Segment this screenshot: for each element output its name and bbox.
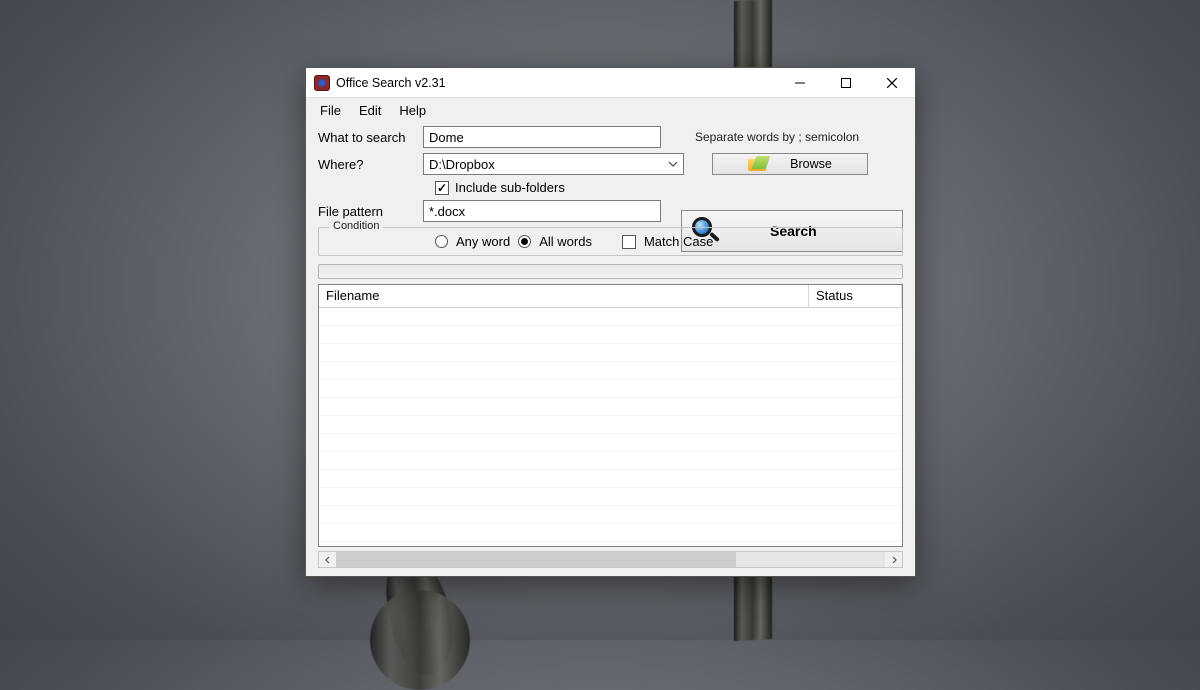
app-icon <box>314 75 330 91</box>
match-case-checkbox[interactable] <box>622 235 636 249</box>
condition-group: Condition Any word All words Match Case <box>318 227 903 256</box>
menubar: File Edit Help <box>306 98 915 122</box>
scroll-right-button[interactable] <box>885 552 902 567</box>
menu-file[interactable]: File <box>312 101 349 120</box>
include-subfolders-label: Include sub-folders <box>455 180 565 195</box>
where-value: D:\Dropbox <box>429 157 495 172</box>
any-word-radio[interactable] <box>435 235 448 248</box>
column-header-filename[interactable]: Filename <box>319 285 809 307</box>
chevron-down-icon <box>668 159 678 169</box>
progress-bar <box>318 264 903 279</box>
titlebar[interactable]: Office Search v2.31 <box>306 68 915 98</box>
app-window: Office Search v2.31 File Edit Help What … <box>305 67 916 577</box>
any-word-label: Any word <box>456 234 510 249</box>
browse-label: Browse <box>790 157 832 171</box>
folder-open-icon <box>748 157 766 171</box>
horizontal-scrollbar[interactable] <box>318 551 903 568</box>
maximize-button[interactable] <box>823 68 869 97</box>
where-label: Where? <box>318 157 423 172</box>
results-body[interactable] <box>319 308 902 546</box>
browse-button[interactable]: Browse <box>712 153 868 175</box>
all-words-radio[interactable] <box>518 235 531 248</box>
what-to-search-input[interactable] <box>423 126 661 148</box>
file-pattern-label: File pattern <box>318 204 423 219</box>
condition-legend: Condition <box>329 220 383 232</box>
close-button[interactable] <box>869 68 915 97</box>
scroll-thumb[interactable] <box>336 552 736 567</box>
all-words-label: All words <box>539 234 592 249</box>
where-combobox[interactable]: D:\Dropbox <box>423 153 684 175</box>
what-to-search-label: What to search <box>318 130 423 145</box>
file-pattern-input[interactable] <box>423 200 661 222</box>
separator-hint: Separate words by ; semicolon <box>695 130 859 144</box>
include-subfolders-checkbox[interactable] <box>435 181 449 195</box>
menu-help[interactable]: Help <box>391 101 434 120</box>
minimize-button[interactable] <box>777 68 823 97</box>
results-list: Filename Status <box>318 284 903 547</box>
scroll-track[interactable] <box>336 552 885 567</box>
window-title: Office Search v2.31 <box>336 76 446 90</box>
scroll-left-button[interactable] <box>319 552 336 567</box>
column-header-status[interactable]: Status <box>809 285 902 307</box>
menu-edit[interactable]: Edit <box>351 101 389 120</box>
match-case-label: Match Case <box>644 234 713 249</box>
